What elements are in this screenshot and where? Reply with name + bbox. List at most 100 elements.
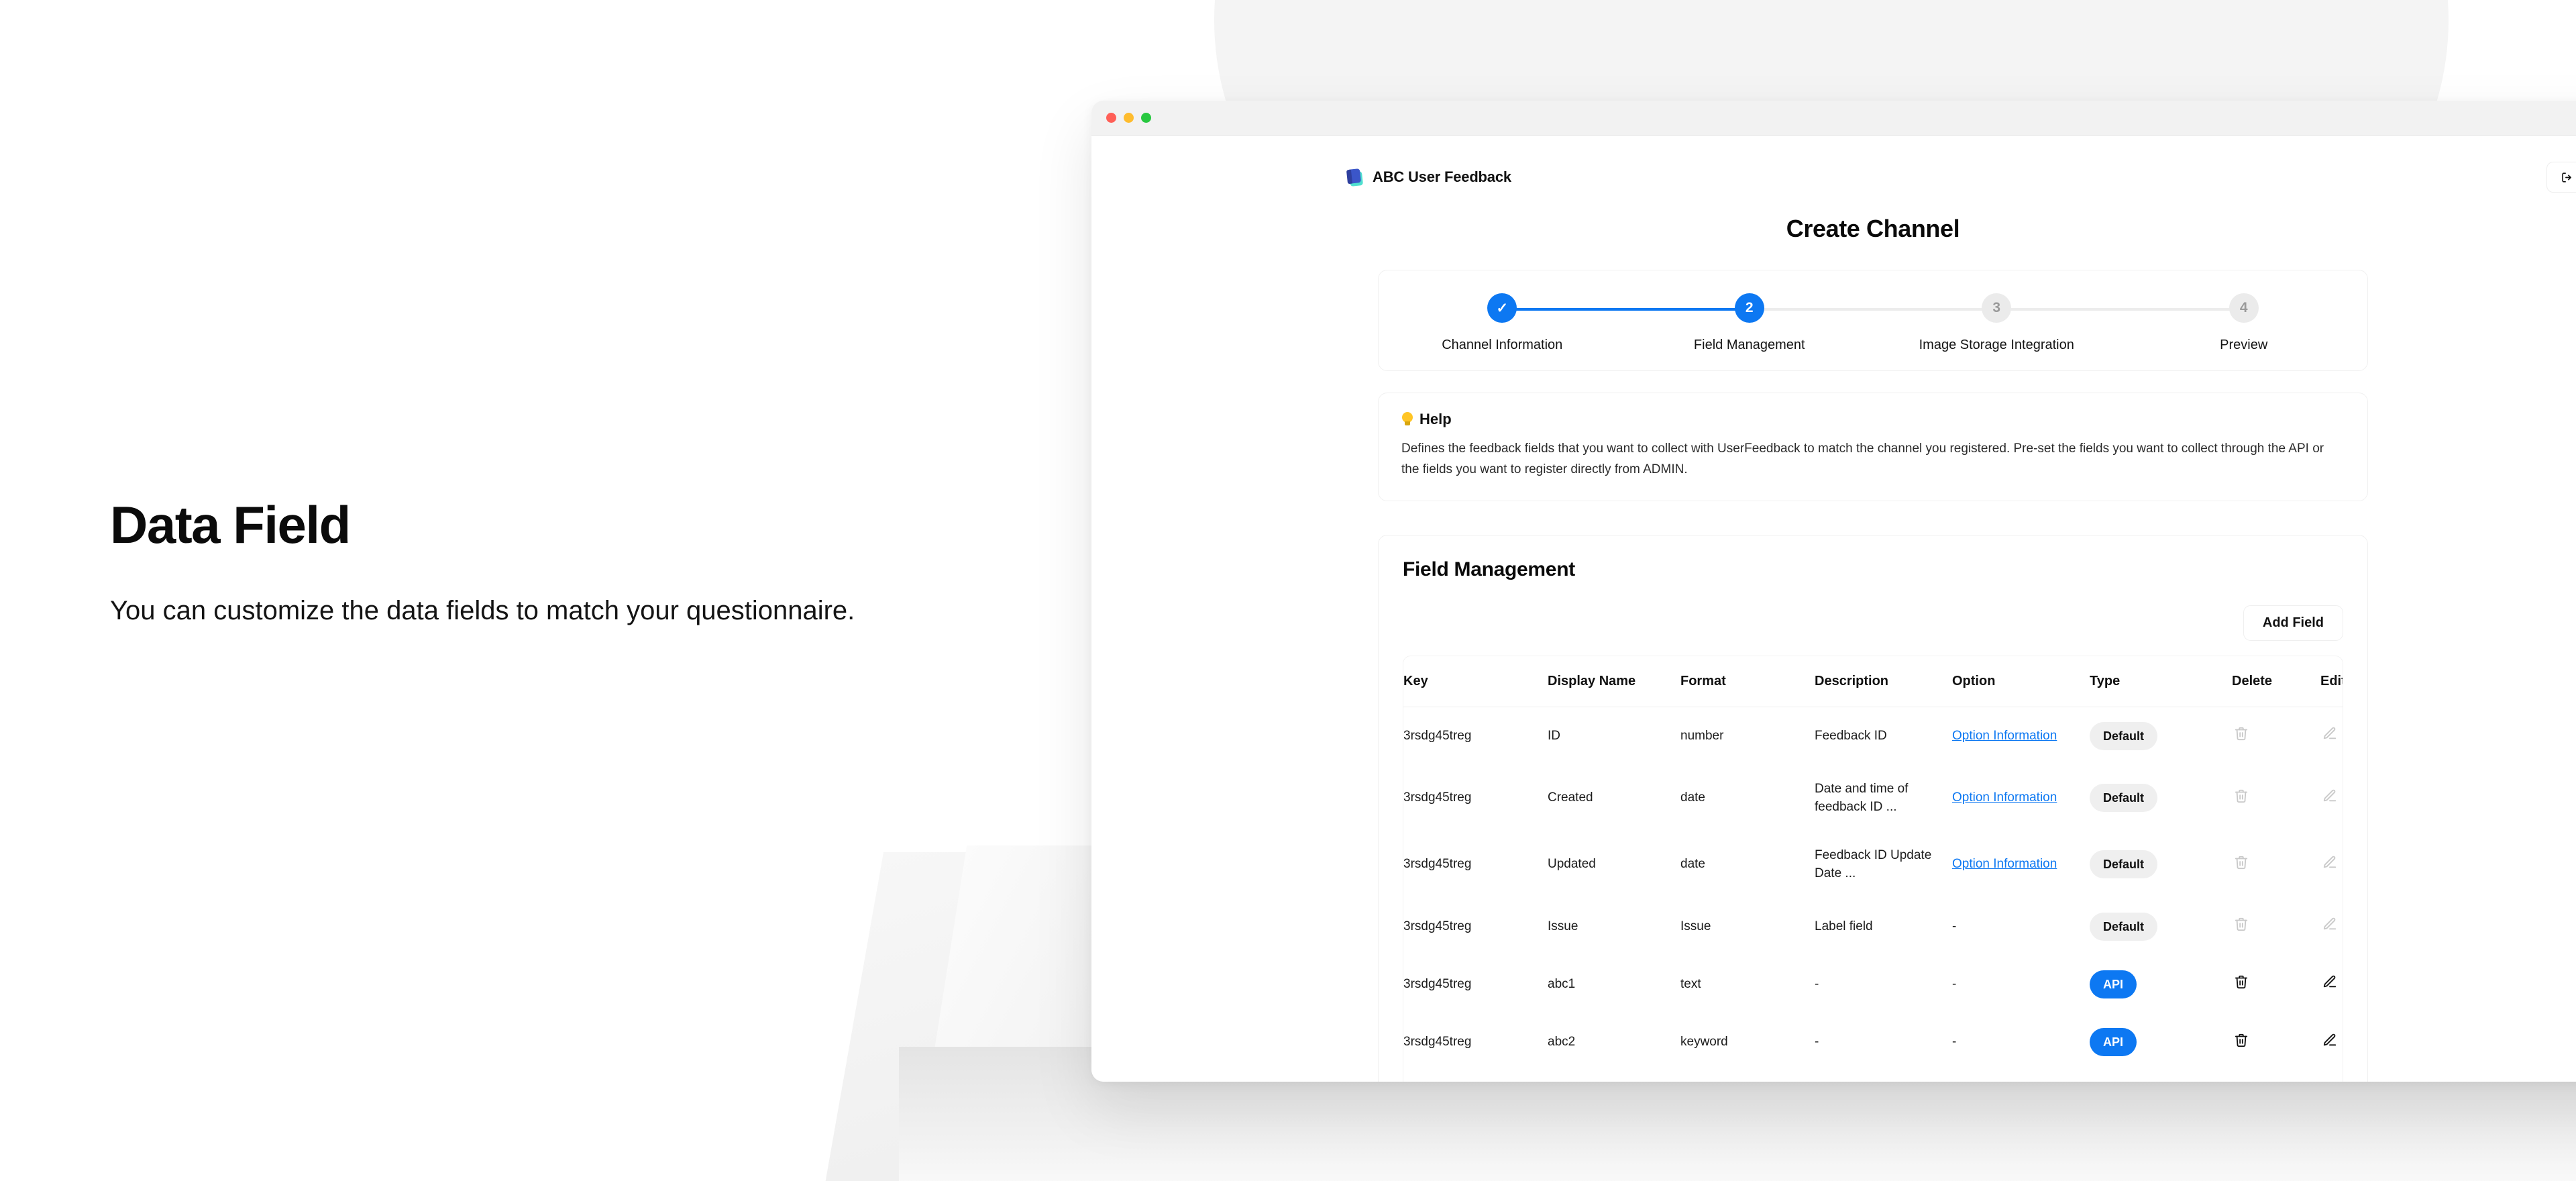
- edit-row-button[interactable]: [2320, 1031, 2339, 1050]
- option-value: -: [1952, 1035, 1957, 1049]
- cell-delete: [2232, 956, 2320, 1013]
- step-3-label: Image Storage Integration: [1919, 338, 2074, 352]
- option-information-link[interactable]: Option Information: [1952, 790, 2057, 805]
- cell-format: date: [1680, 790, 1705, 805]
- cell-edit: [2320, 1013, 2343, 1071]
- stepper: ✓ Channel Information 2 Field Management…: [1379, 293, 2367, 353]
- window-body: ABC User Feedback Exit Create Channel: [1091, 136, 2576, 1082]
- column-header-description: Description: [1815, 656, 1952, 707]
- cell-format: boolean: [1680, 1071, 1815, 1082]
- fields-table-body: 3rsdg45treg ID number Feedback ID Option…: [1403, 707, 2343, 1082]
- window-titlebar: [1091, 101, 2576, 136]
- step-channel-information[interactable]: ✓ Channel Information: [1379, 293, 1750, 353]
- cell-description: Date and time of feedback ID ...: [1815, 781, 1909, 815]
- cell-delete: [2232, 707, 2320, 765]
- cell-key: 3rsdg45treg: [1403, 977, 1472, 992]
- field-management-title: Field Management: [1403, 558, 1575, 580]
- page-title: Create Channel: [1786, 215, 1960, 242]
- trash-icon: [2234, 974, 2249, 991]
- cell-display-name: Issue: [1548, 919, 1578, 934]
- column-header-key: Key: [1403, 656, 1548, 707]
- step-4-circle: 4: [2229, 293, 2259, 323]
- edit-row-button[interactable]: [2320, 974, 2339, 992]
- cell-display-name: abc1: [1548, 977, 1576, 992]
- cell-format: date: [1680, 857, 1705, 872]
- option-information-link[interactable]: Option Information: [1952, 729, 2057, 743]
- pencil-icon: [2322, 974, 2337, 991]
- logout-icon: [2561, 171, 2573, 184]
- type-badge: Default: [2090, 912, 2158, 941]
- app-logo-icon: [1346, 168, 1364, 187]
- cell-delete: [2232, 765, 2320, 831]
- cell-edit: [2320, 831, 2343, 898]
- cell-display-name: abc2: [1548, 1035, 1576, 1049]
- table-row: 3rsdg45treg abc1 text - - API: [1403, 956, 2343, 1013]
- intro-subtitle: You can customize the data fields to mat…: [110, 595, 855, 625]
- cell-display-name: Updated: [1548, 857, 1596, 872]
- cell-format: text: [1680, 977, 1701, 992]
- field-management-card: Field Management Add Field Key Display N…: [1378, 534, 2368, 1082]
- table-row: 3rsdg45treg abc2 keyword - - API: [1403, 1013, 2343, 1071]
- cell-edit: [2320, 765, 2343, 831]
- close-window-icon[interactable]: [1106, 113, 1116, 123]
- cell-description: -: [1815, 977, 1819, 992]
- edit-row-button: [2320, 916, 2339, 935]
- pencil-icon: [2322, 855, 2337, 872]
- table-header-row: Key Display Name Format Description Opti…: [1403, 656, 2343, 707]
- cell-type: Default: [2090, 831, 2232, 898]
- cell-edit: [2320, 707, 2343, 765]
- option-value: -: [1952, 977, 1957, 992]
- delete-row-button: [2232, 725, 2251, 744]
- add-field-button[interactable]: Add Field: [2243, 605, 2343, 641]
- help-body: Defines the feedback fields that you wan…: [1401, 442, 2324, 476]
- cell-edit: [2320, 956, 2343, 1013]
- cell-type: Default: [2090, 898, 2232, 956]
- delete-row-button[interactable]: [2232, 1031, 2251, 1050]
- cell-option: Option Information: [1952, 831, 2090, 898]
- cell-option: Option Information: [1952, 707, 2090, 765]
- step-1-label: Channel Information: [1442, 338, 1563, 352]
- step-1-circle: ✓: [1487, 293, 1517, 323]
- cell-type: API: [2090, 1013, 2232, 1071]
- column-header-display-name: Display Name: [1548, 656, 1680, 707]
- delete-row-button[interactable]: [2232, 974, 2251, 992]
- option-information-link[interactable]: Option Information: [1952, 857, 2057, 871]
- brand-name: ABC User Feedback: [1373, 168, 1511, 185]
- cell-description: -: [1815, 1035, 1819, 1049]
- trash-icon: [2234, 788, 2249, 805]
- maximize-window-icon[interactable]: [1141, 113, 1151, 123]
- cell-display-name: abc3: [1548, 1071, 1680, 1082]
- step-2-circle: 2: [1734, 293, 1764, 323]
- step-connector-1: [1502, 308, 1750, 311]
- cell-key: 3rsdg45treg: [1403, 728, 1472, 743]
- column-header-edit: Edit: [2320, 656, 2343, 707]
- minimize-window-icon[interactable]: [1124, 113, 1134, 123]
- step-connector-3: [1996, 308, 2244, 311]
- cell-key: 3rsdg45treg: [1403, 919, 1472, 934]
- edit-row-button: [2320, 725, 2339, 744]
- delete-row-button: [2232, 854, 2251, 872]
- cell-description: Field Descriptions for abc3: [1815, 1071, 1952, 1082]
- type-badge: API: [2090, 970, 2137, 998]
- cell-description: Feedback ID Update Date ...: [1815, 848, 1932, 881]
- column-header-option: Option: [1952, 656, 2090, 707]
- column-header-type: Type: [2090, 656, 2232, 707]
- trash-icon: [2234, 917, 2249, 933]
- type-badge: Default: [2090, 784, 2158, 813]
- step-preview[interactable]: 4 Preview: [2121, 293, 2368, 353]
- step-image-storage-integration[interactable]: 3 Image Storage Integration: [1873, 293, 2244, 353]
- cell-type: Default: [2090, 707, 2232, 765]
- table-row: 3rsdg45treg Updated date Feedback ID Upd…: [1403, 831, 2343, 898]
- help-card: Help Defines the feedback fields that yo…: [1378, 393, 2368, 501]
- cell-delete: [2232, 831, 2320, 898]
- app-window: ABC User Feedback Exit Create Channel: [1091, 101, 2576, 1082]
- intro-title: Data Field: [110, 495, 351, 554]
- step-field-management[interactable]: 2 Field Management: [1626, 293, 1997, 353]
- field-management-toolbar: Add Field: [1403, 605, 2343, 641]
- exit-button[interactable]: Exit: [2546, 162, 2576, 193]
- cell-type: API: [2090, 1071, 2232, 1082]
- trash-icon: [2234, 1033, 2249, 1049]
- cell-description: Feedback ID: [1815, 728, 1887, 743]
- cell-delete: [2232, 1013, 2320, 1071]
- table-row: 3rsdg45treg ID number Feedback ID Option…: [1403, 707, 2343, 765]
